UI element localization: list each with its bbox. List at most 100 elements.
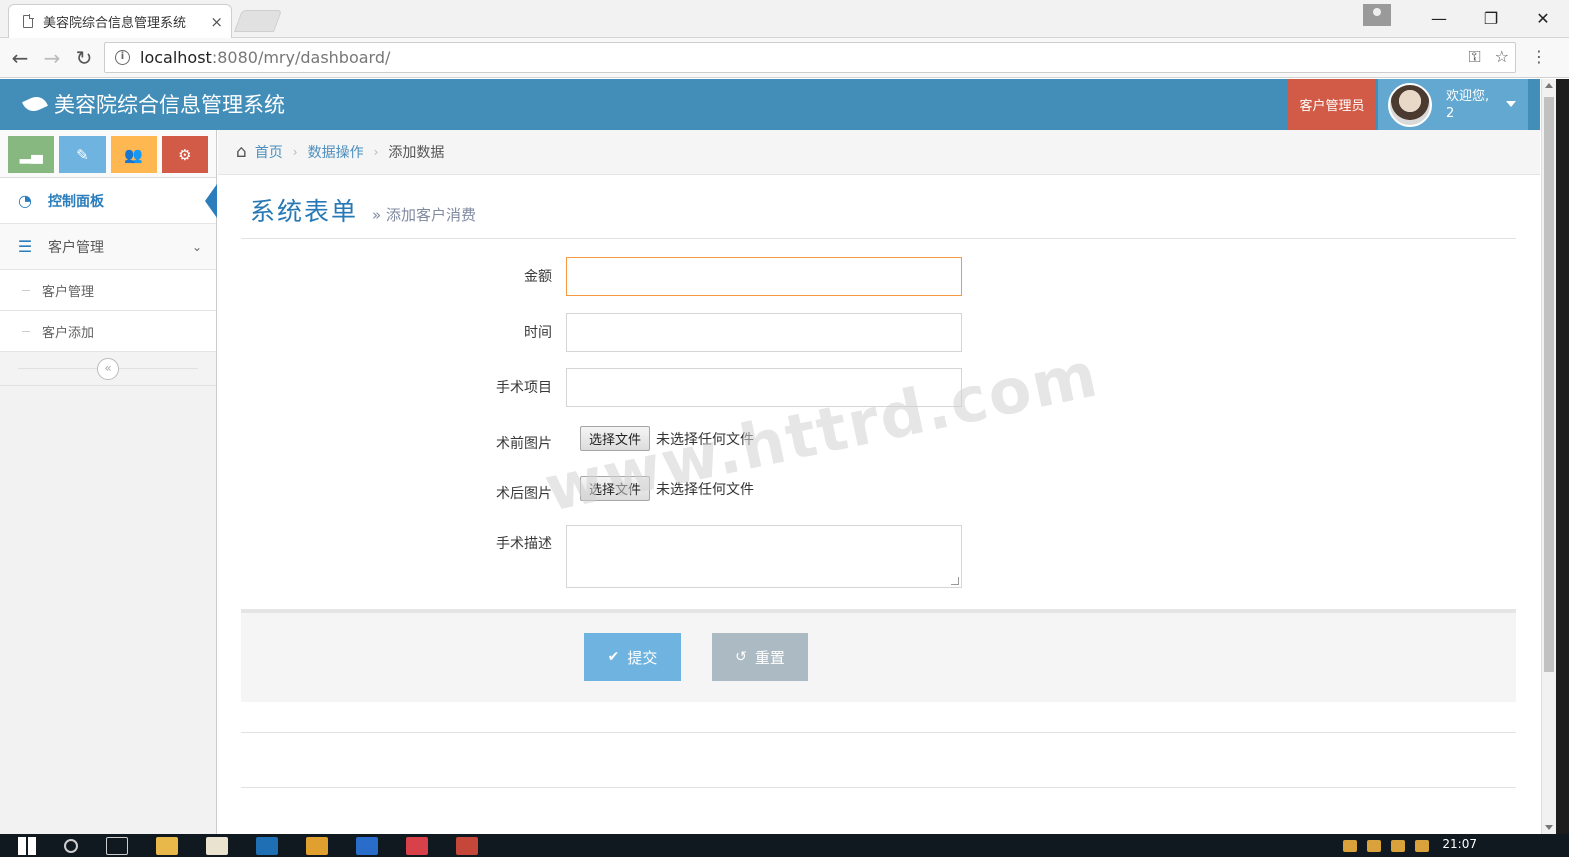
key-icon[interactable]: ⚿ xyxy=(1468,47,1480,67)
eraser-app-icon[interactable] xyxy=(406,836,428,855)
scroll-down-icon[interactable] xyxy=(1545,825,1553,830)
browser-tabstrip: 美容院综合信息管理系统 × — ❐ ✕ xyxy=(0,0,1569,38)
sidebar: ▂▄ ✎ 👥 ⚙ ◔ 控制面板 ☰ 客户管理 ⌄ 客户管理 客户添加 « xyxy=(0,130,217,834)
sidebar-subitem-label: 客户添加 xyxy=(42,325,95,341)
welcome-greeting: 欢迎您, xyxy=(1446,88,1490,104)
sidebar-shortcuts: ▂▄ ✎ 👥 ⚙ xyxy=(0,130,216,178)
system-tray xyxy=(1343,840,1429,852)
reset-label: 重置 xyxy=(754,648,785,667)
description-textarea[interactable] xyxy=(566,525,962,588)
before-image-status: 未选择任何文件 xyxy=(656,431,755,448)
submit-button[interactable]: ✔ 提交 xyxy=(584,633,681,681)
chevron-down-icon: ⌄ xyxy=(191,239,202,254)
shortcut-pencil-button[interactable]: ✎ xyxy=(59,136,106,173)
new-tab-button[interactable] xyxy=(233,10,283,32)
cogs-icon: ⚙ xyxy=(178,145,192,164)
resize-grip-icon[interactable] xyxy=(951,577,959,585)
sidebar-subitem-customer-list[interactable]: 客户管理 xyxy=(0,270,216,311)
chrome-icon[interactable] xyxy=(456,836,478,855)
check-icon: ✔ xyxy=(607,649,620,665)
tray-icon[interactable] xyxy=(1367,840,1381,852)
info-icon[interactable]: i xyxy=(115,50,130,65)
page-subtitle: » 添加客户消费 xyxy=(372,206,476,224)
description-label: 手术描述 xyxy=(496,536,552,552)
scroll-thumb[interactable] xyxy=(1544,97,1554,672)
welcome-username: 2 xyxy=(1446,105,1455,121)
tray-icon[interactable] xyxy=(1391,840,1405,852)
form-actions: ✔ 提交 ↺ 重置 xyxy=(241,609,1516,702)
project-label: 手术项目 xyxy=(496,380,552,396)
undo-icon: ↺ xyxy=(735,649,747,665)
sidebar-item-dashboard[interactable]: ◔ 控制面板 xyxy=(0,178,217,224)
caret-down-icon xyxy=(1506,101,1516,107)
before-image-label: 术前图片 xyxy=(496,436,552,452)
reset-button[interactable]: ↺ 重置 xyxy=(712,633,808,681)
sidebar-subitem-label: 客户管理 xyxy=(42,284,95,300)
user-menu[interactable]: 欢迎您, 2 xyxy=(1378,79,1528,130)
bookmark-star-icon[interactable]: ☆ xyxy=(1495,47,1509,67)
breadcrumb-data-ops-link[interactable]: 数据操作 xyxy=(308,142,364,162)
firefox-icon[interactable] xyxy=(356,836,378,855)
shortcut-cogs-button[interactable]: ⚙ xyxy=(161,136,208,173)
tab-title: 美容院综合信息管理系统 xyxy=(43,16,187,31)
divider xyxy=(241,238,1516,239)
tray-icon[interactable] xyxy=(1343,840,1357,852)
sidebar-item-label: 控制面板 xyxy=(48,193,104,210)
task-view-icon[interactable] xyxy=(106,836,128,855)
breadcrumb-current: 添加数据 xyxy=(388,145,445,161)
project-input[interactable] xyxy=(566,368,962,407)
taskbar-clock[interactable]: 21:07 xyxy=(1442,837,1477,851)
window-controls: — ❐ ✕ xyxy=(1413,0,1569,36)
forward-button[interactable]: → xyxy=(36,46,68,70)
breadcrumb: ⌂ 首页 › 数据操作 › 添加数据 xyxy=(218,130,1540,175)
url-host: localhost xyxy=(140,48,212,67)
signal-icon: ▂▄ xyxy=(19,145,43,164)
after-image-choose-button[interactable]: 选择文件 xyxy=(580,476,651,501)
amount-label: 金额 xyxy=(524,269,552,285)
reload-button[interactable]: ↻ xyxy=(68,46,100,70)
submit-label: 提交 xyxy=(627,648,658,667)
scroll-up-icon[interactable] xyxy=(1545,83,1553,88)
collapse-sidebar-icon[interactable]: « xyxy=(97,358,119,380)
tab-close-icon[interactable]: × xyxy=(210,13,223,31)
after-image-status: 未选择任何文件 xyxy=(656,481,755,498)
shortcut-signal-button[interactable]: ▂▄ xyxy=(8,136,55,173)
windows-start-icon[interactable] xyxy=(18,836,36,855)
app-header: 美容院综合信息管理系统 客户管理员 欢迎您, 2 xyxy=(0,79,1540,130)
brand[interactable]: 美容院综合信息管理系统 xyxy=(22,89,285,119)
avatar xyxy=(1388,82,1432,127)
sidebar-item-label: 客户管理 xyxy=(48,239,104,256)
browser-toolbar: ← → ↻ i localhost :8080/mry/dashboard/ ⚿… xyxy=(0,38,1569,78)
file-explorer-icon[interactable] xyxy=(156,836,178,855)
before-image-choose-button[interactable]: 选择文件 xyxy=(580,426,651,451)
notepad-icon[interactable] xyxy=(206,836,228,855)
time-input[interactable] xyxy=(566,313,962,352)
role-badge[interactable]: 客户管理员 xyxy=(1288,79,1376,130)
main-content: ⌂ 首页 › 数据操作 › 添加数据 系统表单 » 添加客户消费 金额 时间 手… xyxy=(218,130,1540,834)
breadcrumb-home-link[interactable]: 首页 xyxy=(255,142,283,162)
page-header: 系统表单 » 添加客户消费 xyxy=(250,192,476,228)
users-icon: 👥 xyxy=(124,145,143,164)
sidebar-item-customer-management[interactable]: ☰ 客户管理 ⌄ xyxy=(0,224,216,270)
tray-icon[interactable] xyxy=(1415,840,1429,852)
back-button[interactable]: ← xyxy=(4,46,36,70)
minimize-button[interactable]: — xyxy=(1413,9,1465,28)
profile-icon[interactable] xyxy=(1363,4,1391,26)
eclipse-icon[interactable] xyxy=(256,836,278,855)
browser-tab[interactable]: 美容院综合信息管理系统 × xyxy=(8,4,232,38)
restore-button[interactable]: ❐ xyxy=(1465,9,1517,28)
search-icon[interactable] xyxy=(64,838,78,853)
browser-menu-icon[interactable]: ⋮ xyxy=(1531,47,1547,66)
breadcrumb-separator: › xyxy=(292,145,298,159)
list-icon: ☰ xyxy=(17,237,33,256)
brand-title: 美容院综合信息管理系统 xyxy=(54,93,285,117)
shortcut-users-button[interactable]: 👥 xyxy=(110,136,157,173)
sidebar-subitem-customer-add[interactable]: 客户添加 xyxy=(0,311,216,352)
address-bar[interactable]: i localhost :8080/mry/dashboard/ ⚿ ☆ xyxy=(104,42,1516,73)
document-icon xyxy=(23,14,34,28)
folder-app-icon[interactable] xyxy=(306,836,328,855)
page-scrollbar[interactable] xyxy=(1541,79,1556,834)
close-window-button[interactable]: ✕ xyxy=(1517,9,1569,28)
tachometer-icon: ◔ xyxy=(18,191,32,210)
amount-input[interactable] xyxy=(566,257,962,296)
